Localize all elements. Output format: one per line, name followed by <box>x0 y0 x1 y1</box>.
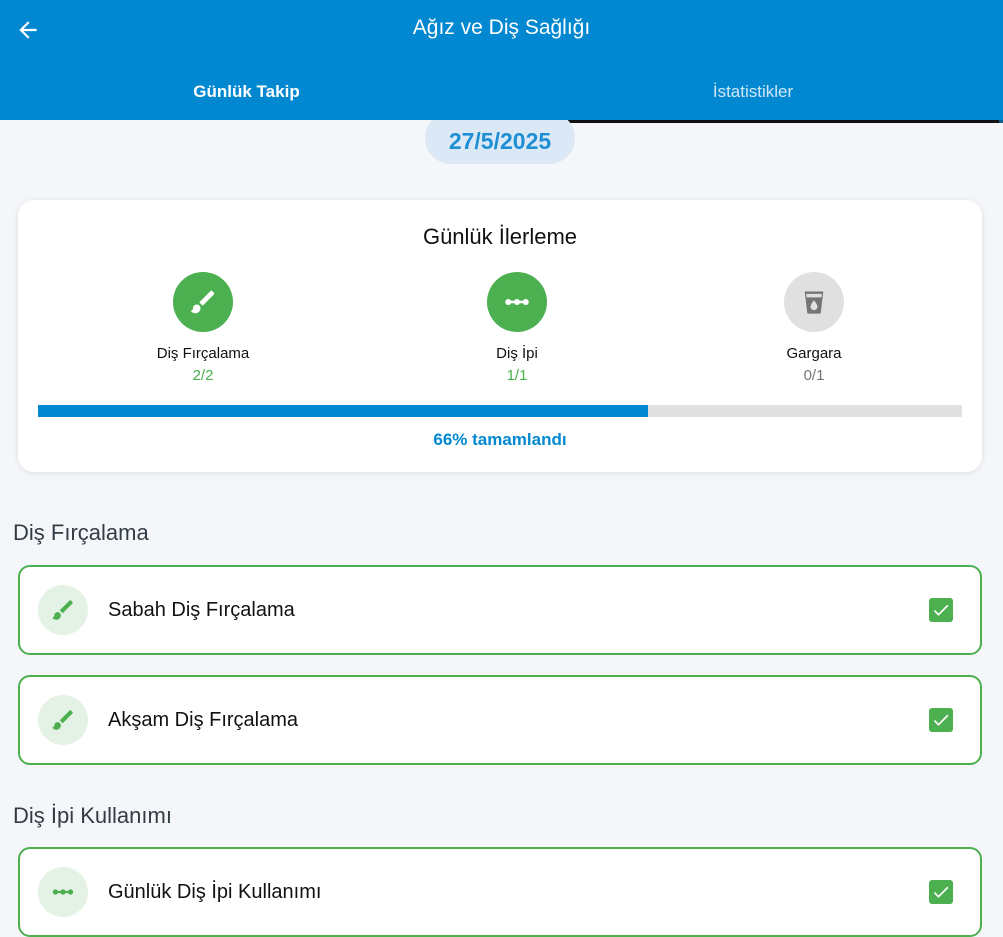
check-icon <box>933 714 949 726</box>
section-title-floss: Diş İpi Kullanımı <box>13 803 172 828</box>
stat-brushing-circle <box>173 272 233 332</box>
floss-icon <box>505 299 529 305</box>
stat-brushing-count: 2/2 <box>192 367 214 384</box>
page-title: Ağız ve Diş Sağlığı <box>412 16 591 39</box>
stat-floss-label: Diş İpi <box>496 345 538 362</box>
stat-floss-count: 1/1 <box>506 367 528 384</box>
progress-bar-fill <box>38 405 648 417</box>
toothbrush-icon <box>190 290 215 314</box>
toothbrush-icon <box>52 600 73 620</box>
progress-title: Günlük İlerleme <box>422 224 578 249</box>
task-checkbox[interactable] <box>929 708 953 732</box>
task-card-evening-brushing[interactable]: Akşam Diş Fırçalama <box>18 675 982 765</box>
section-title-brushing: Diş Fırçalama <box>13 520 149 545</box>
task-checkbox[interactable] <box>929 598 953 622</box>
tab-daily-tracking[interactable]: Günlük Takip <box>0 82 493 106</box>
stat-mouthwash-circle <box>784 272 844 332</box>
stat-mouthwash-count: 0/1 <box>803 367 825 384</box>
toothbrush-icon <box>52 710 73 730</box>
stat-brushing: Diş Fırçalama 2/2 <box>123 272 283 384</box>
tab-indicator <box>500 120 1003 123</box>
stat-brushing-label: Diş Fırçalama <box>156 345 250 362</box>
task-icon-circle <box>38 695 88 745</box>
app-bar: Ağız ve Diş Sağlığı Günlük Takip İstatis… <box>0 0 1003 120</box>
stat-mouthwash: Gargara 0/1 <box>734 272 894 384</box>
task-card-daily-floss[interactable]: Günlük Diş İpi Kullanımı <box>18 847 982 937</box>
progress-bar <box>38 405 962 417</box>
task-icon-circle <box>38 585 88 635</box>
tab-statistics[interactable]: İstatistikler <box>503 82 1003 106</box>
floss-icon <box>52 889 74 895</box>
task-icon-circle <box>38 867 88 917</box>
check-icon <box>933 604 949 616</box>
stat-floss: Diş İpi 1/1 <box>437 272 597 384</box>
task-label: Sabah Diş Fırçalama <box>108 599 295 621</box>
daily-progress-card: Günlük İlerleme Diş Fırçalama 2/2 Diş İp… <box>18 200 982 472</box>
stat-floss-circle <box>487 272 547 332</box>
check-icon <box>933 886 949 898</box>
task-label: Günlük Diş İpi Kullanımı <box>108 881 322 903</box>
task-card-morning-brushing[interactable]: Sabah Diş Fırçalama <box>18 565 982 655</box>
progress-percent-text: 66% tamamlandı <box>433 430 567 449</box>
task-checkbox[interactable] <box>929 880 953 904</box>
stat-mouthwash-label: Gargara <box>786 345 842 362</box>
mouthwash-cup-icon <box>804 291 824 314</box>
task-label: Akşam Diş Fırçalama <box>108 709 299 731</box>
